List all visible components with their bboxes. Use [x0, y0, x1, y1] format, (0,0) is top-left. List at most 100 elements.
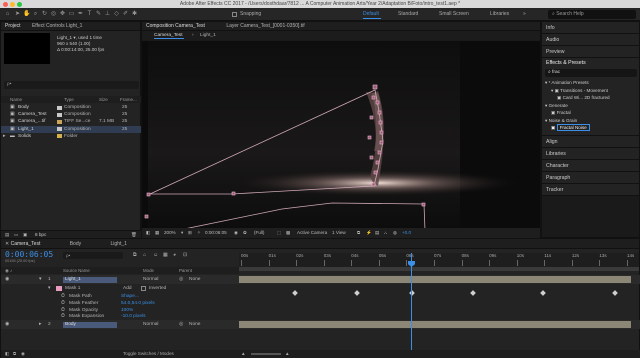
mask-color-swatch[interactable] [56, 286, 62, 291]
workspace-libraries[interactable]: Libraries [490, 11, 509, 17]
tab-light-1[interactable]: Light_1 [111, 241, 127, 247]
panel-info[interactable]: Info [542, 22, 639, 34]
transparency-grid-icon[interactable]: ▩ [286, 228, 290, 238]
eraser-tool-icon[interactable]: ◇ [113, 11, 120, 18]
graph-editor-icon[interactable]: ⊡ [183, 252, 187, 258]
layer-mode-dropdown[interactable]: Normal [143, 320, 158, 329]
layer-name[interactable]: Body [63, 321, 117, 328]
zoom-in-mountain-icon[interactable]: ▲ [285, 350, 290, 358]
resolution-dropdown[interactable]: (Full) [254, 228, 264, 238]
toggle-switches-modes[interactable]: Toggle Switches / Modes [123, 350, 174, 358]
panel-audio[interactable]: Audio [542, 34, 639, 46]
timeline-timecode[interactable]: 0:00:06:05 [5, 250, 53, 259]
label-color-swatch[interactable] [57, 119, 62, 124]
panel-libraries[interactable]: Libraries [542, 148, 639, 160]
motion-blur-icon[interactable]: ◕ [173, 252, 176, 258]
parent-pickwhip-icon[interactable]: ◎ [179, 320, 183, 329]
layer-switches-icon[interactable]: ◧ [5, 350, 9, 358]
clone-stamp-tool-icon[interactable]: ⊥ [104, 11, 111, 18]
zoom-out-mountain-icon[interactable]: ▲ [241, 350, 246, 358]
tab-effect-controls[interactable]: Effect Controls Light_1 [32, 23, 83, 29]
always-preview-icon[interactable]: ◧ [146, 228, 150, 238]
transfer-controls-icon[interactable]: ⧉ [13, 350, 16, 358]
workspace-standard[interactable]: Standard [398, 11, 418, 17]
col-frame[interactable]: Frame... [120, 96, 137, 103]
effects-tree-item[interactable]: ▣ Fractal Noise [542, 124, 640, 132]
tab-camera-test[interactable]: Camera_Test [11, 241, 41, 247]
label-color-swatch[interactable] [57, 127, 62, 132]
panel-preview[interactable]: Preview [542, 46, 639, 58]
layer-row-2[interactable]: ◉ ▸ 2 Body Normal ◎ None [1, 320, 640, 329]
layer-parent-dropdown[interactable]: None [189, 275, 200, 284]
layer-name[interactable]: Light_1 [63, 276, 117, 283]
close-window-button[interactable] [3, 1, 8, 7]
mask-name[interactable]: Mask 1 [65, 284, 80, 293]
reset-exposure-icon[interactable]: ◍ [393, 228, 397, 238]
layer-parent-dropdown[interactable]: None [189, 320, 200, 329]
layer-expand-chevron-icon[interactable]: ▸ [39, 320, 41, 329]
effects-tree-item[interactable]: ▣ Card Wi... 2D fractured [542, 94, 640, 102]
draft-3d-icon[interactable]: ⌂ [143, 252, 146, 258]
region-of-interest-icon[interactable]: ⬚ [277, 228, 281, 238]
timeline-search-input[interactable]: ρ• [63, 252, 123, 259]
col-parent[interactable]: Parent [179, 267, 192, 274]
workspace-small-screen[interactable]: Small Screen [439, 11, 469, 17]
help-search-input[interactable]: ⌕ Search Help [548, 10, 636, 19]
layer-duration-bar[interactable] [239, 321, 631, 328]
view-layout-dropdown[interactable]: 1 View [332, 228, 346, 238]
label-color-swatch[interactable] [57, 134, 62, 139]
minimize-window-button[interactable] [10, 1, 15, 7]
safe-area-icon[interactable]: ⊞ [188, 228, 192, 238]
mask-visibility-icon[interactable]: ✧ [197, 228, 201, 238]
zoom-window-button[interactable] [17, 1, 22, 7]
in-out-icon[interactable]: ◉ [21, 350, 25, 358]
tab-body[interactable]: Body [70, 241, 81, 247]
3d-view-dropdown[interactable]: Active Camera [297, 228, 327, 238]
layer-expand-chevron-icon[interactable]: ▾ [39, 275, 41, 284]
work-area-bar[interactable] [239, 267, 639, 271]
playhead-line[interactable] [411, 253, 412, 351]
mask-inverted-checkbox[interactable] [141, 286, 146, 291]
breadcrumb-light-1[interactable]: Light_1 [200, 31, 216, 40]
col-size[interactable]: Size [99, 96, 108, 103]
col-type[interactable]: Type [64, 96, 74, 103]
workspace-default[interactable]: Default [363, 11, 379, 17]
tab-composition[interactable]: Composition Camera_Test [146, 23, 205, 29]
col-name[interactable]: Name [10, 96, 22, 103]
effects-tree-item[interactable]: ▾ * Animation Presets [542, 79, 640, 87]
panel-character[interactable]: Character [542, 160, 639, 172]
selection-tool-icon[interactable]: ➤ [14, 11, 21, 18]
pen-tool-icon[interactable]: ✒ [77, 11, 84, 18]
roto-brush-tool-icon[interactable]: ✐ [122, 11, 129, 18]
effects-tree-item[interactable]: ▣ Fractal [542, 109, 640, 117]
effects-tree-item[interactable]: ▾ ▣ Transitions - Movement [542, 87, 640, 95]
hand-tool-icon[interactable]: ✋ [23, 11, 30, 18]
label-color-swatch[interactable] [57, 112, 62, 117]
flowchart-icon[interactable]: ⛬ [384, 228, 387, 238]
mask-expand-chevron-icon[interactable]: ▾ [48, 284, 50, 293]
hide-shy-layers-icon[interactable]: ☺ [153, 252, 158, 258]
workspace-overflow-icon[interactable]: » [523, 11, 526, 17]
col-mode[interactable]: Mode [143, 267, 154, 274]
exposure-value[interactable]: +0.0 [402, 228, 411, 238]
folder-expand-icon[interactable]: ▸ [3, 133, 5, 140]
zoom-dropdown[interactable]: 200% [164, 228, 176, 238]
zoom-tool-icon[interactable]: ⌕ [32, 11, 39, 18]
grid-icon[interactable]: ▦ [155, 228, 159, 238]
pan-behind-tool-icon[interactable]: ✥ [59, 11, 66, 18]
visibility-eye-icon[interactable]: ◉ [5, 320, 9, 329]
timeline-icon[interactable]: ▤ [375, 228, 379, 238]
tab-layer[interactable]: Layer Camera_Test_[0001-0350].tif [226, 23, 304, 29]
rectangle-tool-icon[interactable]: ▭ [68, 11, 75, 18]
mask-mode-dropdown[interactable]: Add [123, 284, 132, 293]
comp-mini-flowchart-icon[interactable]: ⧉ [133, 252, 137, 258]
parent-pickwhip-icon[interactable]: ◎ [179, 275, 183, 284]
layer-duration-bar[interactable] [239, 276, 631, 283]
col-source-name[interactable]: Source Name [63, 267, 90, 274]
project-item-row[interactable]: ▣ Body Composition 25 [1, 104, 142, 111]
composition-viewer[interactable] [142, 41, 540, 228]
puppet-pin-tool-icon[interactable]: ✱ [131, 11, 138, 18]
toggle-pixel-icon[interactable]: ⧉ [357, 228, 360, 238]
rotate-tool-icon[interactable]: ↻ [41, 11, 48, 18]
layer-row-1[interactable]: ◉ ▾ 1 Light_1 Normal ◎ None [1, 275, 640, 284]
